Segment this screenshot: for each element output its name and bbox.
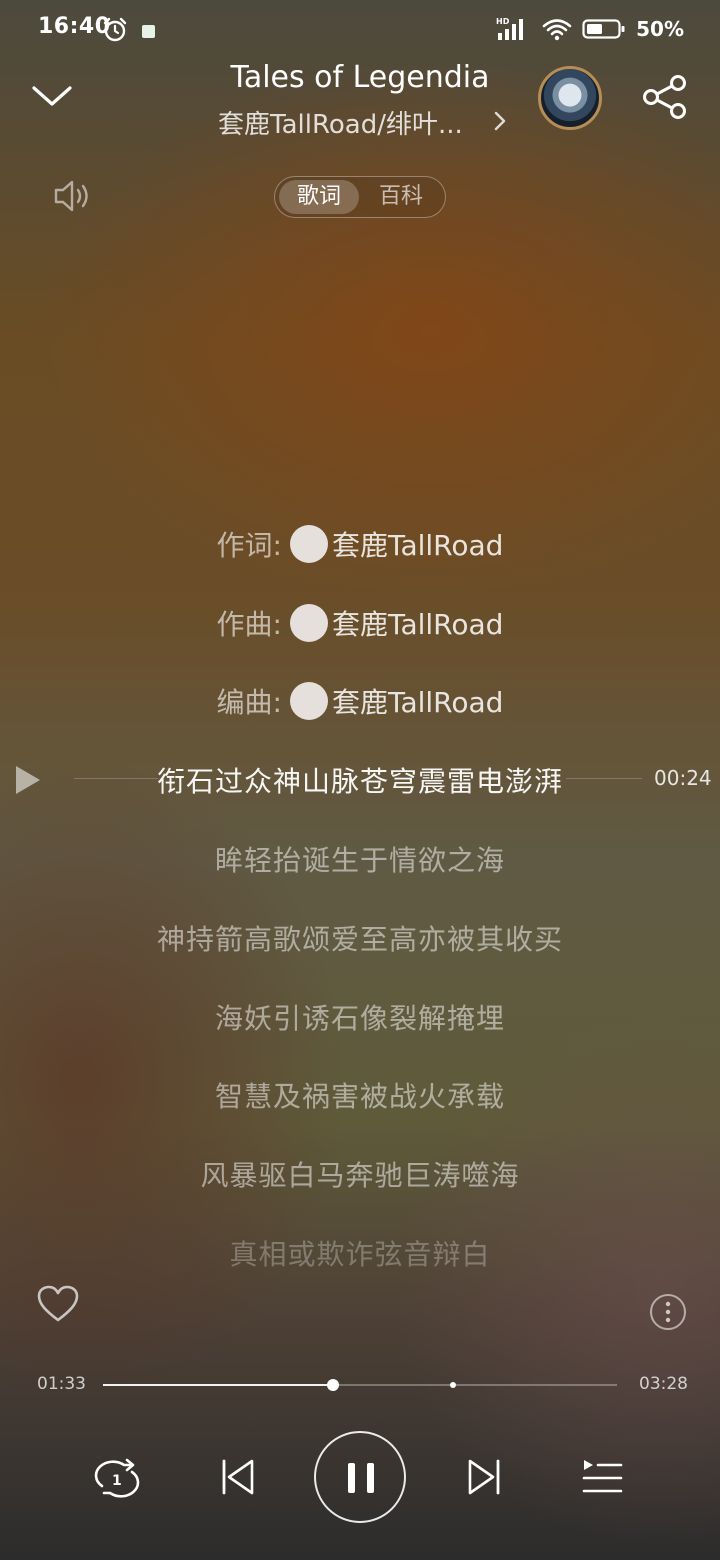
- song-title: Tales of Legendia: [230, 60, 490, 95]
- credit-name: 套鹿TallRoad: [331, 529, 504, 562]
- wifi-icon: [542, 19, 572, 41]
- credit-label: 编曲:: [216, 686, 282, 719]
- battery-icon: [582, 19, 625, 39]
- credit-avatar: [289, 604, 328, 642]
- status-icons: HD 50%: [496, 16, 684, 42]
- lyric-line[interactable]: 神持箭高歌颂爱至高亦被其收买: [0, 918, 720, 958]
- previous-track-icon[interactable]: [218, 1456, 258, 1498]
- lyric-line[interactable]: 真相或欺诈弦音辩白: [0, 1233, 720, 1273]
- total-duration: 03:28: [639, 1374, 688, 1394]
- credit-name: 套鹿TallRoad: [331, 608, 504, 641]
- notification-icon: [142, 25, 155, 38]
- volume-icon[interactable]: [52, 178, 94, 214]
- elapsed-time: 01:33: [37, 1374, 86, 1394]
- credit-composer[interactable]: 作曲: 套鹿TallRoad: [0, 603, 720, 645]
- lyric-line[interactable]: 智慧及祸害被战火承载: [0, 1075, 720, 1115]
- pause-icon: [367, 1463, 374, 1493]
- credit-label: 作词:: [216, 529, 282, 562]
- battery-percent: 50%: [636, 17, 684, 41]
- credit-name: 套鹿TallRoad: [331, 686, 504, 719]
- more-options-icon[interactable]: [648, 1292, 688, 1332]
- lyrics-wiki-tabs: 歌词 百科: [274, 176, 446, 218]
- cellular-signal-icon: HD: [496, 17, 524, 40]
- credit-arranger[interactable]: 编曲: 套鹿TallRoad: [0, 681, 720, 723]
- credit-lyricist[interactable]: 作词: 套鹿TallRoad: [0, 524, 720, 566]
- album-avatar[interactable]: [538, 66, 602, 130]
- credit-label: 作曲:: [216, 608, 282, 641]
- repeat-badge: 1: [112, 1473, 122, 1489]
- lyric-line-current[interactable]: 衔石过众神山脉苍穹震雷电澎湃: [0, 760, 720, 800]
- tab-wiki[interactable]: 百科: [361, 180, 441, 214]
- status-time: 16:40: [38, 14, 111, 39]
- heart-like-icon[interactable]: [36, 1284, 80, 1324]
- progress-knob[interactable]: [326, 1379, 339, 1391]
- play-pause-button[interactable]: [314, 1431, 406, 1523]
- credit-avatar: [289, 525, 328, 563]
- tab-lyrics[interactable]: 歌词: [279, 180, 359, 214]
- network-label: HD: [496, 17, 510, 26]
- pause-icon: [348, 1463, 355, 1493]
- share-icon[interactable]: [640, 74, 690, 120]
- alarm-icon: [103, 17, 127, 42]
- lyric-line[interactable]: 海妖引诱石像裂解掩埋: [0, 997, 720, 1037]
- chevron-right-icon[interactable]: [492, 110, 508, 132]
- playlist-icon[interactable]: [580, 1456, 626, 1498]
- progress-fill: [103, 1384, 333, 1386]
- lyric-line[interactable]: 眸轻抬诞生于情欲之海: [0, 839, 720, 879]
- repeat-one-icon[interactable]: 1: [94, 1456, 140, 1498]
- credit-avatar: [289, 682, 328, 720]
- artist-link[interactable]: 套鹿TallRoad/绯叶...: [218, 104, 488, 141]
- lyric-line[interactable]: 风暴驱白马奔驰巨涛噬海: [0, 1154, 720, 1194]
- next-track-icon[interactable]: [464, 1456, 504, 1498]
- highlight-marker: [449, 1382, 456, 1388]
